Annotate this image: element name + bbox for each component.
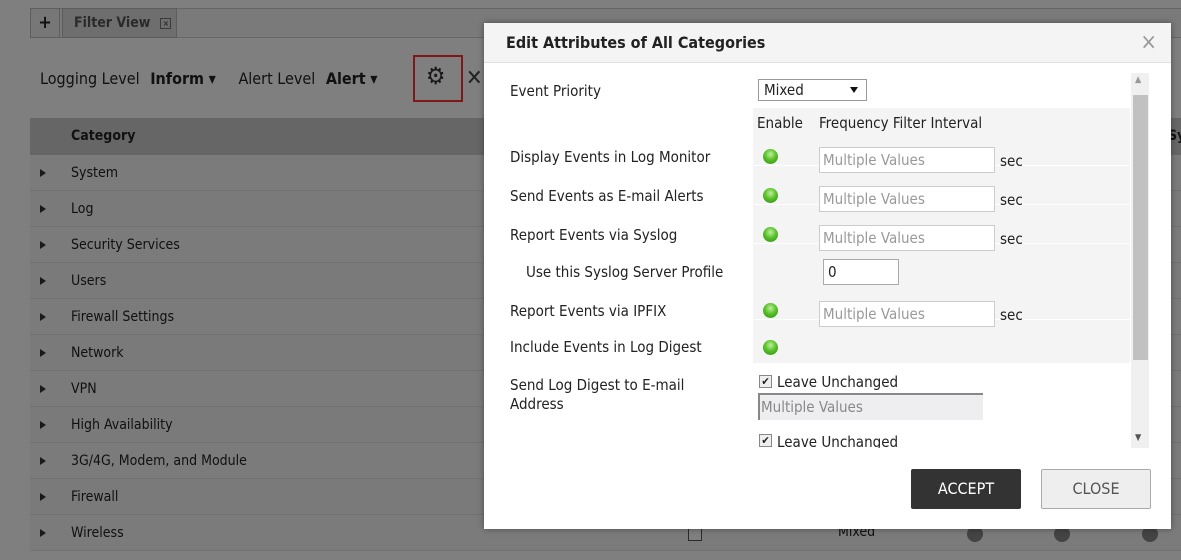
event-priority-select[interactable]: Mixed: [758, 79, 867, 101]
scroll-down-icon[interactable]: ▼: [1135, 433, 1141, 443]
setting-label: Report Events via Syslog: [510, 226, 678, 244]
chevron-down-icon: [850, 87, 858, 93]
enable-column-header: Enable: [757, 114, 803, 132]
frequency-input[interactable]: Multiple Values: [819, 301, 995, 327]
frequency-input[interactable]: Multiple Values: [819, 147, 995, 173]
leave-unchanged-label: Leave Unchanged: [777, 373, 899, 391]
digest-email-label: Send Log Digest to E-mail Address: [510, 376, 685, 413]
leave-unchanged-checkbox-2[interactable]: ✔: [759, 434, 772, 447]
dialog-close-icon[interactable]: ×: [1140, 31, 1157, 55]
edit-attributes-dialog: Edit Attributes of All Categories × Even…: [484, 23, 1171, 529]
log-digest-label: Include Events in Log Digest: [510, 338, 702, 356]
enable-toggle[interactable]: [763, 149, 778, 164]
dialog-title: Edit Attributes of All Categories: [484, 23, 1171, 63]
setting-label: Display Events in Log Monitor: [510, 148, 711, 166]
frequency-column-header: Frequency Filter Interval: [819, 114, 983, 132]
accept-button[interactable]: ACCEPT: [911, 469, 1021, 509]
frequency-input[interactable]: Multiple Values: [819, 186, 995, 212]
frequency-input[interactable]: Multiple Values: [819, 225, 995, 251]
enable-toggle[interactable]: [763, 227, 778, 242]
scroll-up-icon[interactable]: ▲: [1135, 75, 1141, 85]
leave-unchanged-label-2: Leave Unchanged: [777, 433, 899, 448]
unit-label: sec: [1000, 306, 1023, 324]
dialog-scroll-area: Event Priority Mixed Enable Frequency Fi…: [500, 73, 1150, 448]
log-digest-enable-toggle[interactable]: [763, 340, 778, 355]
enable-toggle[interactable]: [763, 303, 778, 318]
close-button[interactable]: CLOSE: [1041, 469, 1151, 509]
setting-label: Send Events as E-mail Alerts: [510, 187, 704, 205]
syslog-profile-label: Use this Syslog Server Profile: [526, 263, 724, 281]
event-priority-label: Event Priority: [510, 82, 601, 100]
syslog-profile-input[interactable]: 0: [823, 259, 899, 285]
leave-unchanged-checkbox[interactable]: ✔: [759, 375, 772, 388]
unit-label: sec: [1000, 230, 1023, 248]
enable-toggle[interactable]: [763, 188, 778, 203]
unit-label: sec: [1000, 152, 1023, 170]
unit-label: sec: [1000, 191, 1023, 209]
setting-label: Report Events via IPFIX: [510, 302, 667, 320]
select-value: Mixed: [764, 81, 804, 99]
scrollbar-thumb[interactable]: [1133, 95, 1148, 360]
digest-email-input[interactable]: Multiple Values: [758, 393, 983, 420]
